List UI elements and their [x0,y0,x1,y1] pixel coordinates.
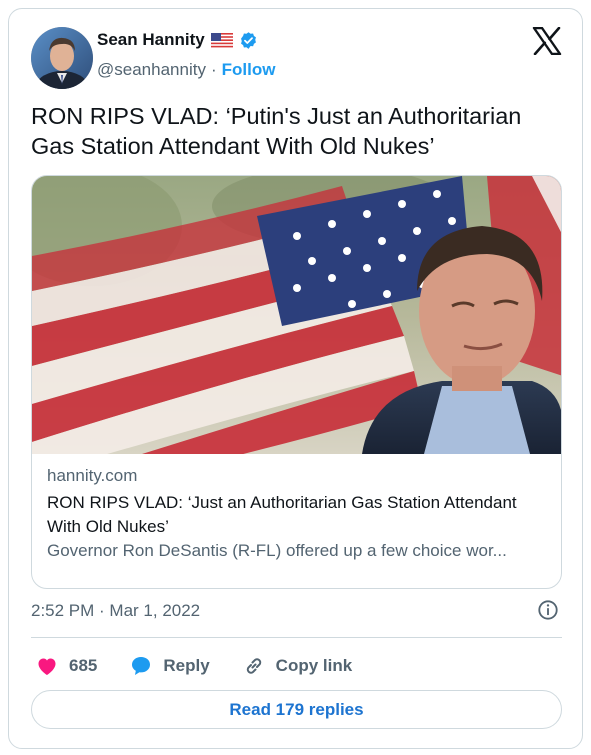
verified-badge-icon [240,31,256,49]
author-handle[interactable]: @seanhannity [97,60,206,80]
like-button[interactable]: 685 [35,654,97,678]
action-bar: 685 Reply Copy link [31,651,352,681]
reply-button[interactable]: Reply [129,654,210,678]
separator-dot: · [210,60,217,79]
link-preview-image [32,176,561,454]
avatar[interactable] [31,27,93,89]
us-flag-icon [210,32,233,48]
reply-label: Reply [163,656,210,675]
tweet-text: RON RIPS VLAD: ‘Putin's Just an Authorit… [31,103,522,159]
info-icon[interactable] [537,599,559,621]
link-icon [246,658,261,674]
divider [31,637,562,638]
link-preview-card[interactable]: hannity.com RON RIPS VLAD: ‘Just an Auth… [31,175,562,589]
author-name[interactable]: Sean Hannity [97,30,205,50]
link-title: RON RIPS VLAD: ‘Just an Authoritarian Ga… [47,493,517,536]
link-domain: hannity.com [47,466,138,485]
copy-link-button[interactable]: Copy link [242,654,353,678]
like-count: 685 [69,656,98,675]
link-preview-meta: hannity.com RON RIPS VLAD: ‘Just an Auth… [47,464,547,563]
avatar-image [31,27,93,89]
heart-icon [38,658,56,675]
author-handle-row: @seanhannity · Follow [97,60,275,80]
copy-link-label: Copy link [275,656,353,675]
tweet-embed-card: Sean Hannity @seanhannity · Follow RON R… [8,8,583,749]
tweet-timestamp[interactable]: 2:52 PM · Mar 1, 2022 [31,601,200,621]
read-replies-button[interactable]: Read 179 replies [31,690,562,729]
follow-button[interactable]: Follow [222,60,276,80]
author-name-row: Sean Hannity [97,30,258,50]
x-logo-icon[interactable] [532,27,562,55]
speech-bubble-icon [132,657,151,675]
link-description: Governor Ron DeSantis (R-FL) offered up … [47,541,507,560]
